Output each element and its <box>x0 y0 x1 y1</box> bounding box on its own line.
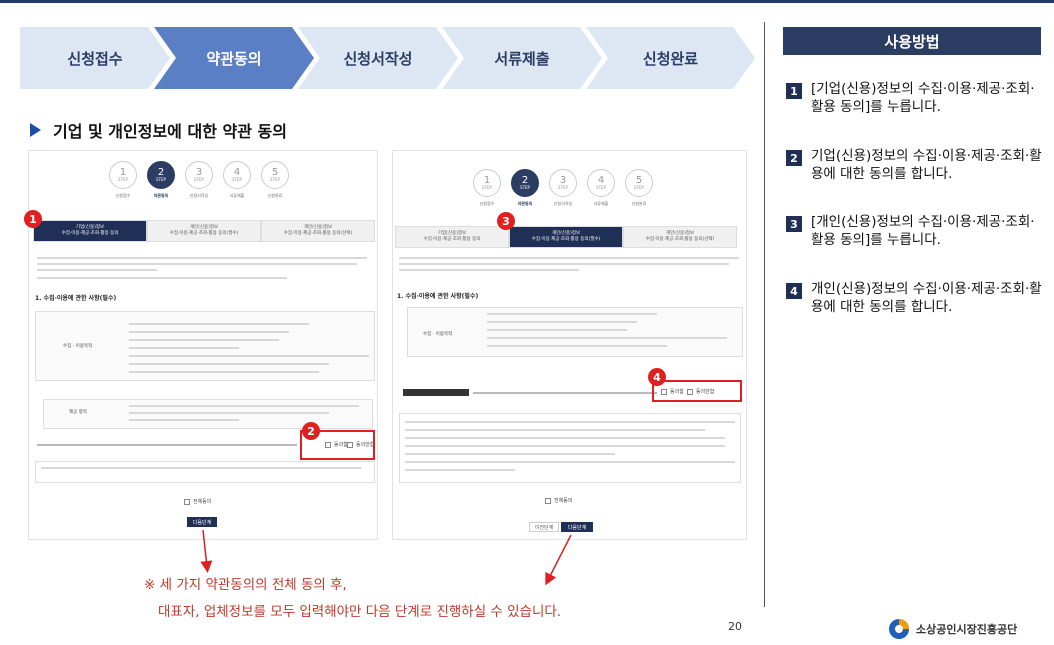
howto-text-1: [기업(신용)정보의 수집·이용·제공·조회·활용 동의]를 누릅니다. <box>811 81 1035 115</box>
howto-item-2: 2 기업(신용)정보의 수집·이용·제공·조회·활용에 대한 동의를 합니다. <box>786 147 1046 183</box>
howto-text-3: [개인(신용)정보의 수집·이용·제공·조회·활용 동의]를 누릅니다. <box>811 214 1035 248</box>
howto-text-2: 기업(신용)정보의 수집·이용·제공·조회·활용에 대한 동의를 합니다. <box>811 148 1042 182</box>
howto-item-3: 3 [개인(신용)정보의 수집·이용·제공·조회·활용 동의]를 누릅니다. <box>786 213 1046 249</box>
howto-title: 사용방법 <box>783 27 1041 55</box>
left-arrow <box>200 529 213 573</box>
howto-num-3: 3 <box>786 216 802 232</box>
step-4-label: 서류제출 <box>494 49 550 68</box>
arrows-overlay <box>200 529 572 586</box>
page-number: 20 <box>728 620 742 633</box>
howto-item-4: 4 개인(신용)정보의 수집·이용·제공·조회·활용에 대한 동의를 합니다. <box>786 280 1046 316</box>
logo-text: 소상공인시장진흥공단 <box>916 623 1018 636</box>
right-arrow <box>545 534 572 586</box>
howto-num-1: 1 <box>786 83 802 99</box>
howto-num-4: 4 <box>786 283 802 299</box>
vertical-divider <box>764 22 765 607</box>
step-3-label: 신청서작성 <box>343 49 413 68</box>
step-5-label: 신청완료 <box>642 49 699 68</box>
howto-num-2: 2 <box>786 150 802 166</box>
organization-logo: 소상공인시장진흥공단 <box>888 618 1017 640</box>
logo-mark-icon <box>889 619 909 639</box>
step-2-label: 약관동의 <box>206 49 262 68</box>
howto-text-4: 개인(신용)정보의 수집·이용·제공·조회·활용에 대한 동의를 합니다. <box>811 281 1042 315</box>
step-1-label: 신청접수 <box>67 49 123 68</box>
note-line-1: ※ 세 가지 약관동의의 전체 동의 후, <box>144 577 347 593</box>
howto-item-1: 1 [기업(신용)정보의 수집·이용·제공·조회·활용 동의]를 누릅니다. <box>786 80 1046 116</box>
note-line-2: 대표자, 업체정보를 모두 입력해야만 다음 단계로 진행하실 수 있습니다. <box>158 604 562 620</box>
